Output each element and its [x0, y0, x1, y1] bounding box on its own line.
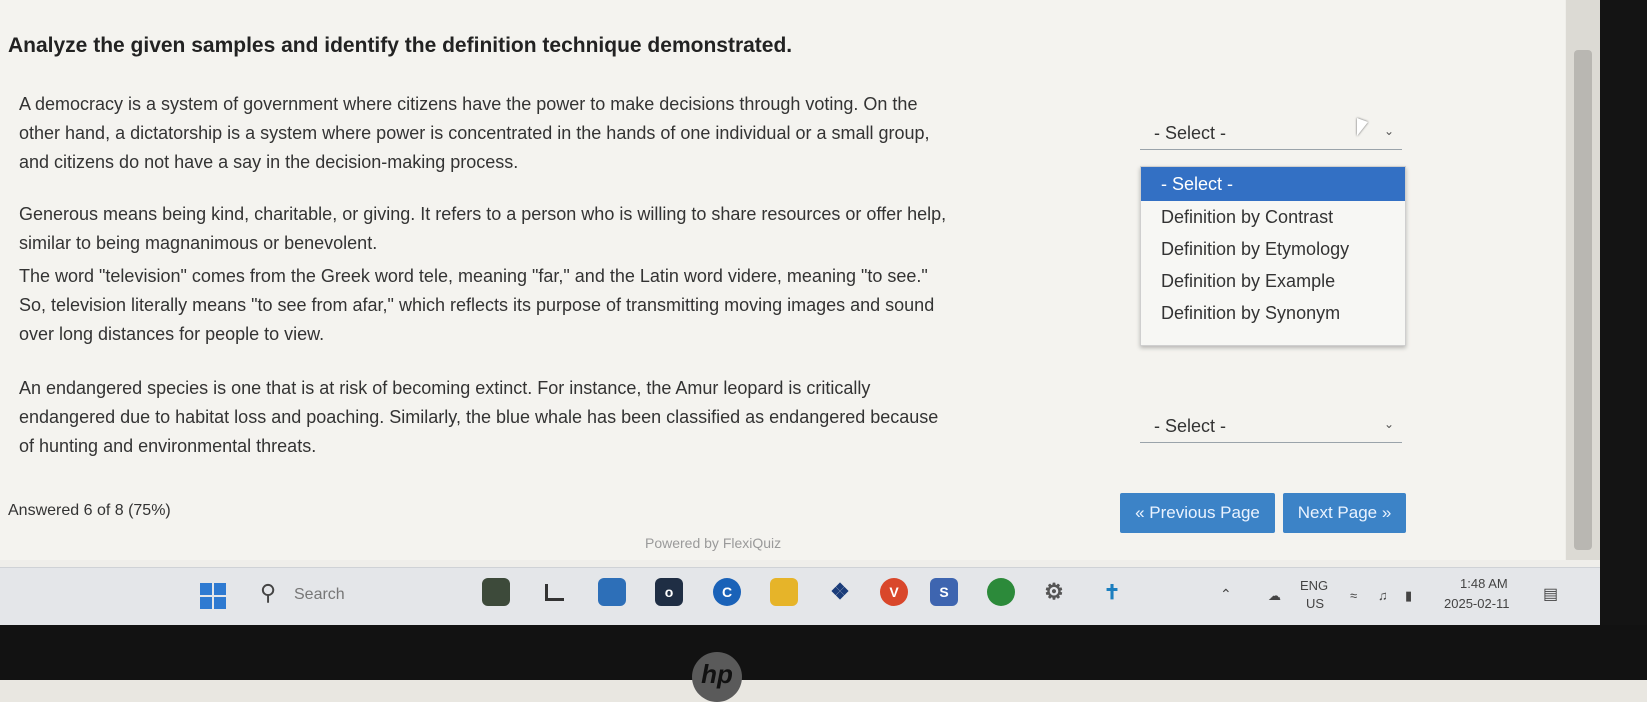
dropbox-icon[interactable]: ❖: [826, 578, 854, 606]
progress-text: Answered 6 of 8 (75%): [8, 502, 171, 519]
edge-browser-icon[interactable]: [598, 578, 626, 606]
question-4-select[interactable]: - Select - ⌄: [1140, 411, 1402, 443]
clock-time[interactable]: 1:48 AM: [1460, 576, 1508, 591]
dropdown-option-synonym[interactable]: Definition by Synonym: [1141, 297, 1405, 329]
dropdown-option-example[interactable]: Definition by Example: [1141, 265, 1405, 297]
volume-icon[interactable]: ♫: [1378, 588, 1388, 603]
wifi-icon[interactable]: ≈: [1350, 588, 1357, 603]
question-3-text: The word "television" comes from the Gre…: [19, 266, 935, 344]
chrome-icon[interactable]: C: [713, 578, 741, 606]
battery-icon[interactable]: ▮: [1405, 588, 1412, 604]
hp-logo-icon: hp: [692, 652, 742, 702]
quiz-page: Analyze the given samples and identify t…: [0, 0, 1565, 560]
task-view-icon[interactable]: [540, 578, 568, 606]
settings-gear-icon[interactable]: ⚙: [1040, 578, 1068, 606]
clock-date[interactable]: 2025-02-11: [1444, 596, 1510, 611]
definition-dropdown-list[interactable]: - Select - Definition by Contrast Defini…: [1140, 166, 1406, 346]
region-text[interactable]: US: [1306, 596, 1324, 611]
chevron-up-icon[interactable]: ⌃: [1220, 586, 1232, 603]
page-scrollbar[interactable]: [1566, 0, 1600, 560]
vivaldi-icon[interactable]: V: [880, 578, 908, 606]
dropdown-option-contrast[interactable]: Definition by Contrast: [1141, 201, 1405, 233]
cloud-icon[interactable]: ☁: [1268, 588, 1281, 604]
monitor-bezel-right: [1600, 0, 1647, 625]
widget-icon[interactable]: [482, 578, 510, 606]
language-text[interactable]: ENG: [1300, 578, 1328, 593]
search-icon[interactable]: ⚲: [260, 580, 276, 606]
file-icon[interactable]: o: [655, 578, 683, 606]
page-title: Analyze the given samples and identify t…: [8, 34, 793, 57]
notification-icon[interactable]: ▤: [1543, 584, 1558, 604]
screen: Analyze the given samples and identify t…: [0, 0, 1600, 625]
chevron-down-icon: ⌄: [1383, 417, 1394, 431]
taskbar: [0, 567, 1600, 625]
select-value: - Select -: [1154, 123, 1227, 143]
monitor-bezel-bottom: [0, 625, 1647, 680]
powered-by-text: Powered by FlexiQuiz: [645, 535, 782, 551]
previous-page-button[interactable]: « Previous Page: [1120, 493, 1275, 533]
chrome-alt-icon[interactable]: [987, 578, 1015, 606]
select-value: - Select -: [1154, 416, 1227, 436]
next-page-button[interactable]: Next Page »: [1283, 493, 1406, 533]
chevron-down-icon: ⌄: [1383, 124, 1394, 138]
taskbar-search-input[interactable]: Search: [294, 586, 345, 604]
dropdown-option-select[interactable]: - Select -: [1141, 167, 1405, 201]
question-1-text: A democracy is a system of government wh…: [19, 94, 930, 172]
question-2-text: Generous means being kind, charitable, o…: [19, 204, 947, 253]
file-explorer-icon[interactable]: [770, 578, 798, 606]
scrollbar-thumb[interactable]: [1574, 50, 1592, 550]
windows-start-icon[interactable]: [200, 583, 226, 609]
question-4-text: An endangered species is one that is at …: [19, 378, 939, 456]
app-figure-icon[interactable]: ✝: [1098, 578, 1126, 606]
dropdown-option-etymology[interactable]: Definition by Etymology: [1141, 233, 1405, 265]
app-s-icon[interactable]: S: [930, 578, 958, 606]
mouse-cursor-icon: [1357, 118, 1368, 136]
